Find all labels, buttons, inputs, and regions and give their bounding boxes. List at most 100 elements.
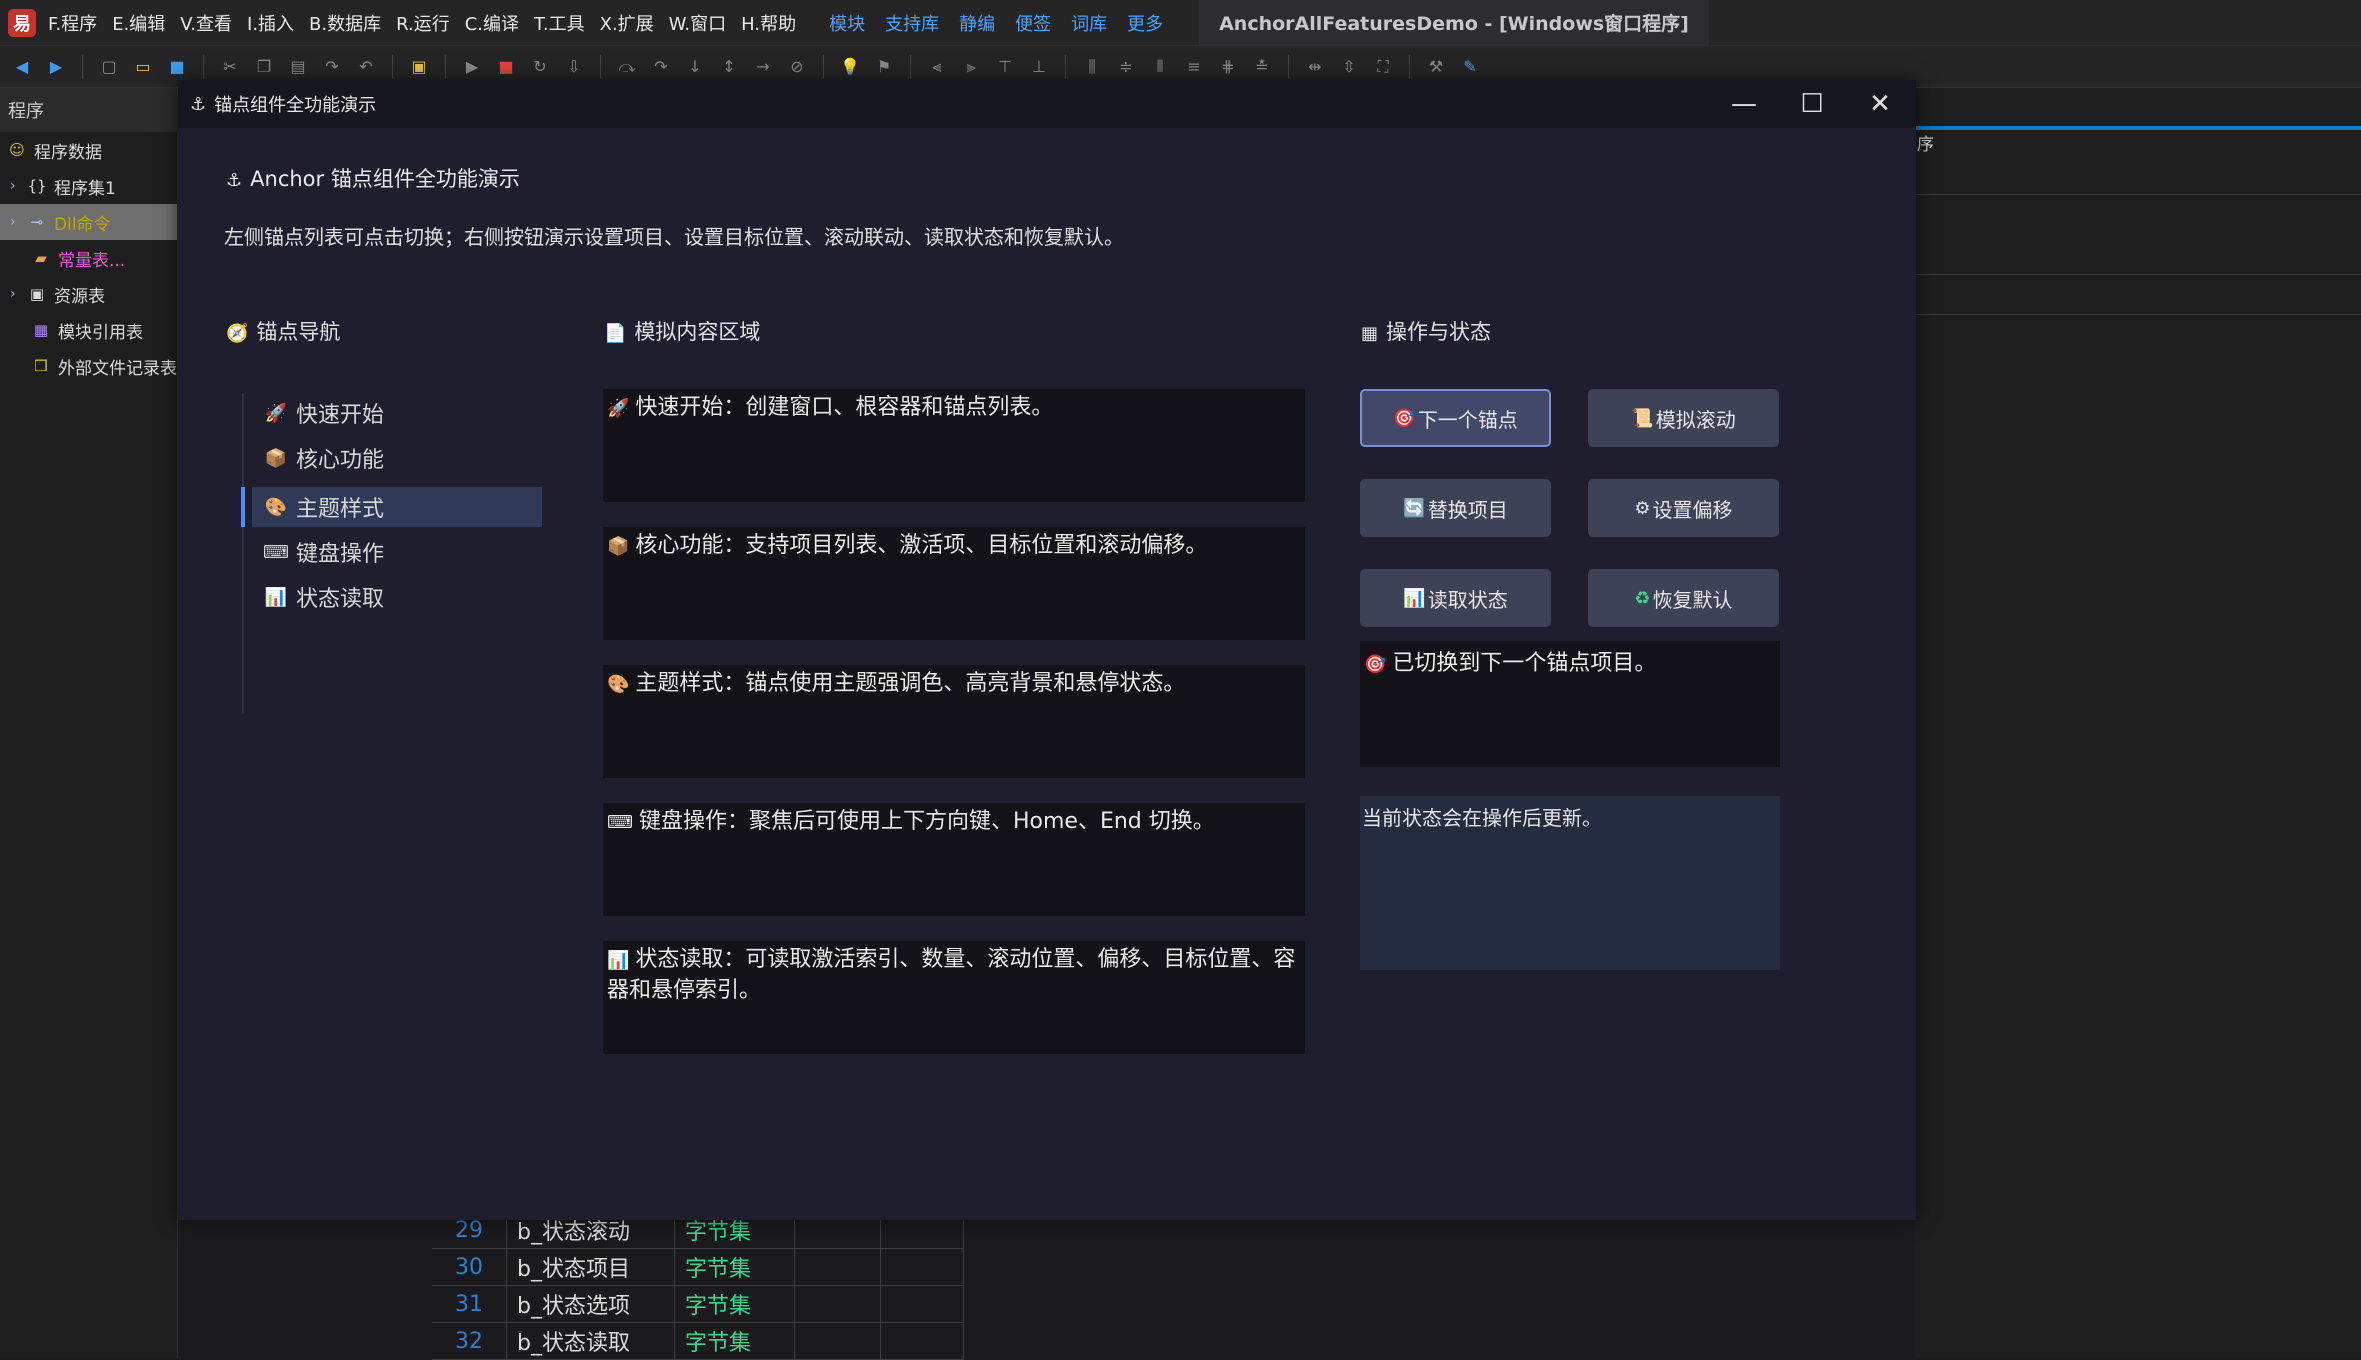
anchor-item-theme-style[interactable]: 🎨 主题样式 bbox=[252, 487, 542, 527]
menu-run[interactable]: R.运行 bbox=[396, 10, 450, 36]
bookmark-icon[interactable]: ⚑ bbox=[872, 55, 896, 79]
minimize-button[interactable]: — bbox=[1710, 80, 1778, 128]
align-left-icon[interactable]: ⫷ bbox=[925, 55, 949, 79]
table-row[interactable]: 31 b_状态选项 字节集 bbox=[432, 1285, 964, 1323]
menu-insert[interactable]: I.插入 bbox=[247, 10, 294, 36]
close-button[interactable]: ✕ bbox=[1846, 80, 1914, 128]
restart-icon[interactable]: ↻ bbox=[528, 55, 552, 79]
empty-cell[interactable] bbox=[880, 1322, 964, 1360]
open-folder-icon[interactable]: ▭ bbox=[131, 55, 155, 79]
tree-item-constants[interactable]: ▰ 常量表... bbox=[0, 240, 177, 276]
menu-database[interactable]: B.数据库 bbox=[309, 10, 381, 36]
save-icon[interactable]: ■ bbox=[165, 55, 189, 79]
simulate-scroll-button[interactable]: 📜 模拟滚动 bbox=[1588, 389, 1779, 447]
run-to-cursor-icon[interactable]: → bbox=[751, 55, 775, 79]
paste-icon[interactable]: ▤ bbox=[286, 55, 310, 79]
menu-edit[interactable]: E.编辑 bbox=[112, 10, 165, 36]
redo-icon[interactable]: ↷ bbox=[320, 55, 344, 79]
tools-icon[interactable]: ⚒ bbox=[1424, 55, 1448, 79]
anchor-item-keyboard[interactable]: ⌨ 键盘操作 bbox=[252, 532, 542, 572]
status-message: 🎯 已切换到下一个锚点项目。 bbox=[1360, 641, 1780, 767]
menu-extend[interactable]: X.扩展 bbox=[600, 10, 654, 36]
tree-item-assembly[interactable]: › {} 程序集1 bbox=[0, 168, 177, 204]
variable-name[interactable]: b_状态读取 bbox=[506, 1322, 674, 1360]
stop-icon[interactable]: ■ bbox=[494, 55, 518, 79]
same-width-icon[interactable]: ⇹ bbox=[1303, 55, 1327, 79]
replace-items-button[interactable]: 🔄 替换项目 bbox=[1360, 479, 1551, 537]
menu-view[interactable]: V.查看 bbox=[180, 10, 232, 36]
chevron-right-icon[interactable]: › bbox=[10, 178, 26, 194]
table-row[interactable]: 30 b_状态项目 字节集 bbox=[432, 1248, 964, 1286]
step-down-icon[interactable]: ↓ bbox=[683, 55, 707, 79]
same-size-icon[interactable]: ⛶ bbox=[1371, 55, 1395, 79]
step-into-icon[interactable]: ↷ bbox=[649, 55, 673, 79]
chevron-right-icon[interactable]: › bbox=[10, 286, 26, 302]
distribute-h-icon[interactable]: ⫼ bbox=[1080, 55, 1104, 79]
copy-icon[interactable]: ❐ bbox=[252, 55, 276, 79]
forward-icon[interactable]: ▶ bbox=[44, 55, 68, 79]
variable-type[interactable]: 字节集 bbox=[674, 1322, 794, 1360]
space-h-icon[interactable]: ⋕ bbox=[1216, 55, 1240, 79]
step-out-icon[interactable]: ↕ bbox=[717, 55, 741, 79]
maximize-button[interactable]: ☐ bbox=[1778, 80, 1846, 128]
link-static-compile[interactable]: 静编 bbox=[959, 10, 995, 36]
chevron-right-icon[interactable]: › bbox=[10, 214, 26, 230]
restore-default-button[interactable]: ♻ 恢复默认 bbox=[1588, 569, 1779, 627]
package-icon[interactable]: ▣ bbox=[407, 55, 431, 79]
variable-name[interactable]: b_状态项目 bbox=[506, 1248, 674, 1286]
anchor-item-status-read[interactable]: 📊 状态读取 bbox=[252, 577, 542, 617]
link-module[interactable]: 模块 bbox=[829, 10, 865, 36]
menu-help[interactable]: H.帮助 bbox=[741, 10, 796, 36]
set-offset-button[interactable]: ⚙ 设置偏移 bbox=[1588, 479, 1779, 537]
anchor-item-core-features[interactable]: 📦 核心功能 bbox=[252, 438, 542, 478]
variable-type[interactable]: 字节集 bbox=[674, 1285, 794, 1323]
next-anchor-button[interactable]: 🎯 下一个锚点 bbox=[1360, 389, 1551, 447]
back-icon[interactable]: ◀ bbox=[10, 55, 34, 79]
empty-cell[interactable] bbox=[794, 1248, 880, 1286]
link-more[interactable]: 更多 bbox=[1127, 10, 1163, 36]
menu-window[interactable]: W.窗口 bbox=[669, 10, 726, 36]
menu-program[interactable]: F.程序 bbox=[48, 10, 97, 36]
tree-item-external-files[interactable]: ❒ 外部文件记录表 bbox=[0, 348, 177, 384]
link-support-lib[interactable]: 支持库 bbox=[885, 10, 939, 36]
variable-name[interactable]: b_状态选项 bbox=[506, 1285, 674, 1323]
tree-item-module-refs[interactable]: ▦ 模块引用表 bbox=[0, 312, 177, 348]
center-v-icon[interactable]: ≡ bbox=[1182, 55, 1206, 79]
anchor-item-label: 主题样式 bbox=[296, 497, 385, 522]
brush-icon[interactable]: ✎ bbox=[1458, 55, 1482, 79]
content-card-keyboard: ⌨ 键盘操作：聚焦后可使用上下方向键、Home、End 切换。 bbox=[603, 803, 1305, 916]
menu-compile[interactable]: C.编译 bbox=[465, 10, 519, 36]
empty-cell[interactable] bbox=[880, 1285, 964, 1323]
window-titlebar[interactable]: ⚓ 锚点组件全功能演示 — ☐ ✕ bbox=[178, 80, 1916, 128]
space-v-icon[interactable]: ≛ bbox=[1250, 55, 1274, 79]
run-icon[interactable]: ▶ bbox=[460, 55, 484, 79]
cut-icon[interactable]: ✂ bbox=[218, 55, 242, 79]
read-status-button[interactable]: 📊 读取状态 bbox=[1360, 569, 1551, 627]
lightbulb-icon[interactable]: 💡 bbox=[838, 55, 862, 79]
distribute-v-icon[interactable]: ⦀ bbox=[1148, 55, 1172, 79]
breakpoint-icon[interactable]: ⊘ bbox=[785, 55, 809, 79]
link-notes[interactable]: 便签 bbox=[1015, 10, 1051, 36]
empty-cell[interactable] bbox=[794, 1322, 880, 1360]
center-h-icon[interactable]: ≑ bbox=[1114, 55, 1138, 79]
same-height-icon[interactable]: ⇳ bbox=[1337, 55, 1361, 79]
align-bottom-icon[interactable]: ⊥ bbox=[1027, 55, 1051, 79]
step-over-icon[interactable]: ⤼ bbox=[615, 55, 639, 79]
empty-cell[interactable] bbox=[794, 1285, 880, 1323]
align-top-icon[interactable]: ⊤ bbox=[993, 55, 1017, 79]
compile-icon[interactable]: ⇩ bbox=[562, 55, 586, 79]
align-right-icon[interactable]: ⫸ bbox=[959, 55, 983, 79]
tree-item-label: 程序集1 bbox=[54, 178, 116, 199]
editor-tab-label[interactable]: 序 bbox=[1917, 130, 1934, 155]
tree-item-resources[interactable]: › ▣ 资源表 bbox=[0, 276, 177, 312]
tree-item-program-data[interactable]: ☺ 程序数据 bbox=[0, 132, 177, 168]
menu-tools[interactable]: T.工具 bbox=[534, 10, 585, 36]
undo-icon[interactable]: ↶ bbox=[354, 55, 378, 79]
empty-cell[interactable] bbox=[880, 1248, 964, 1286]
link-dictionary[interactable]: 词库 bbox=[1071, 10, 1107, 36]
new-file-icon[interactable]: ▢ bbox=[97, 55, 121, 79]
tree-item-dll-commands[interactable]: › ⊸ Dll命令 bbox=[0, 204, 177, 240]
table-row[interactable]: 32 b_状态读取 字节集 bbox=[432, 1322, 964, 1360]
anchor-item-quick-start[interactable]: 🚀 快速开始 bbox=[252, 393, 542, 433]
variable-type[interactable]: 字节集 bbox=[674, 1248, 794, 1286]
